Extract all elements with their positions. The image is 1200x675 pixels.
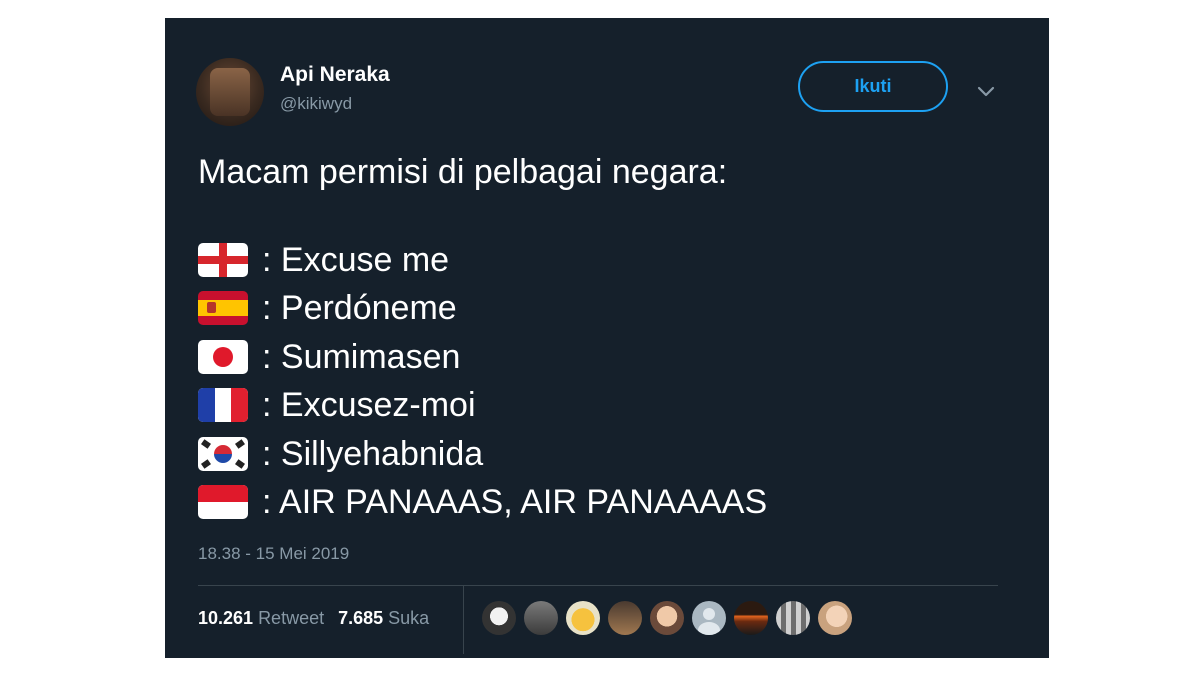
tweet-line-text: : Sillyehabnida [262,434,484,473]
user-name[interactable]: Api Neraka [280,63,390,87]
south-korea-flag-icon [198,437,248,471]
stats-divider [463,586,464,654]
tweet-line: : Perdóneme [198,284,457,332]
tweet-line-text: : Excuse me [262,240,450,279]
follow-button[interactable]: Ikuti [798,61,948,112]
tweet-line: : AIR PANAAAS, AIR PANAAAAS [198,478,767,526]
like-label[interactable]: Suka [388,608,429,629]
divider [198,585,998,586]
chevron-down-icon[interactable] [975,80,997,102]
tweet-line-text: : Excusez-moi [262,385,476,424]
user-handle[interactable]: @kikiwyd [280,94,352,114]
liker-avatar[interactable] [650,601,684,635]
liker-avatar[interactable] [692,601,726,635]
liker-avatar[interactable] [776,601,810,635]
liker-avatar[interactable] [608,601,642,635]
france-flag-icon [198,388,248,422]
tweet-line-text: : Sumimasen [262,337,461,376]
tweet-timestamp[interactable]: 18.38 - 15 Mei 2019 [198,544,349,564]
liker-avatar[interactable] [818,601,852,635]
tweet-line-text: : AIR PANAAAS, AIR PANAAAAS [262,482,768,521]
engagement-stats: 10.261 Retweet 7.685 Suka [198,608,429,629]
japan-flag-icon [198,340,248,374]
tweet-line-text: : Perdóneme [262,288,457,327]
retweet-label[interactable]: Retweet [258,608,324,629]
like-count[interactable]: 7.685 [338,608,383,629]
tweet-line: : Excusez-moi [198,381,476,429]
liker-avatars [482,601,860,635]
retweet-count[interactable]: 10.261 [198,608,253,629]
liker-avatar[interactable] [734,601,768,635]
indonesia-flag-icon [198,485,248,519]
tweet-intro: Macam permisi di pelbagai negara: [198,153,728,191]
tweet-line: : Sillyehabnida [198,430,483,478]
england-flag-icon [198,243,248,277]
tweet-line: : Excuse me [198,236,449,284]
spain-flag-icon [198,291,248,325]
liker-avatar[interactable] [482,601,516,635]
liker-avatar[interactable] [524,601,558,635]
tweet-line: : Sumimasen [198,333,460,381]
avatar[interactable] [196,58,264,126]
liker-avatar[interactable] [566,601,600,635]
